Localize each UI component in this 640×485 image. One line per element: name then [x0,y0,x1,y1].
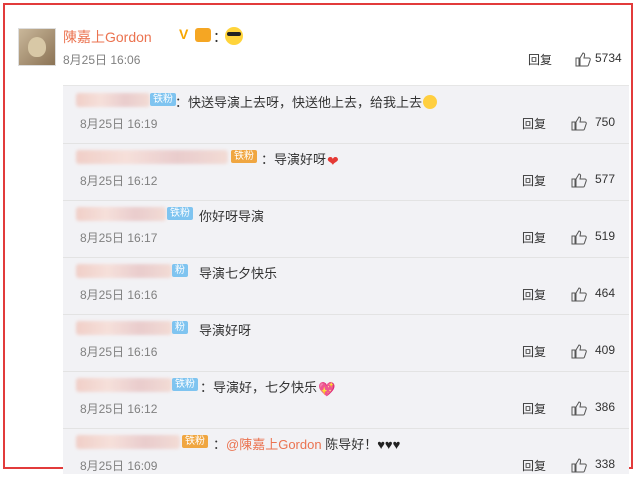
like-count: 577 [595,172,616,186]
username-link[interactable]: 陳嘉上Gordon [63,27,152,47]
reply-row: 粉 导演七夕快乐 8月25日 16:16 回复 464 [63,257,629,315]
like-count: 409 [595,343,616,357]
thumb-up-icon[interactable] [571,116,587,131]
reply-date: 8月25日 16:09 [80,459,158,473]
mention-link[interactable]: @陳嘉上Gordon [226,437,322,452]
thumb-up-icon[interactable] [571,287,587,302]
reply-row: 粉 导演好呀 8月25日 16:16 回复 409 [63,314,629,372]
comment-frame: 陳嘉上Gordon V ： 8月25日 16:06 回复 5734 铁粉 ：快送… [3,3,633,474]
reply-text: ：@陳嘉上Gordon 陈导好！♥♥♥ [213,437,401,452]
reply-button[interactable]: 回复 [522,172,546,189]
reply-button[interactable]: 回复 [522,229,546,246]
like-count: 464 [595,286,616,300]
reply-text: ：快送导演上去呀，快送他上去，给我上去 [175,92,438,111]
fan-medal-icon [195,28,211,42]
blurred-username [76,264,172,278]
fan-badge: 铁粉 [231,150,257,163]
fan-badge: 粉 [172,321,188,334]
reply-text: 导演七夕快乐 [199,266,278,281]
reply-button[interactable]: 回复 [522,343,546,360]
fan-badge: 铁粉 [150,93,176,106]
thumb-up-icon[interactable] [571,230,587,245]
reply-row: 铁粉 ：导演好呀❤ 8月25日 16:12 回复 577 [63,143,629,201]
fan-badge: 粉 [172,264,188,277]
thumb-up-icon[interactable] [571,344,587,359]
blurred-username [76,321,172,335]
blurred-username [76,435,180,449]
reply-text: ：导演好呀❤ [261,152,339,169]
comment-date: 8月25日 16:06 [63,53,141,67]
reply-row: 铁粉 ：@陳嘉上Gordon 陈导好！♥♥♥ 8月25日 16:09 回复 33… [63,428,629,485]
pink-heart-emoji-icon: 💖 [318,381,336,397]
heart-emoji-icon: ❤ [327,153,339,169]
blurred-username [76,207,166,221]
like-count: 750 [595,115,616,129]
avatar[interactable] [18,28,56,66]
blurred-username [76,150,228,164]
thumb-up-icon[interactable] [571,401,587,416]
blurred-username [76,93,150,107]
like-count: 5734 [595,51,622,65]
reply-date: 8月25日 16:17 [80,231,158,245]
blurred-username [76,378,172,392]
reply-button[interactable]: 回复 [528,51,552,68]
fan-badge: 铁粉 [182,435,208,448]
reply-date: 8月25日 16:16 [80,288,158,302]
reply-text: ：导演好，七夕快乐💖 [200,380,336,397]
thumb-up-icon[interactable] [571,173,587,188]
reply-button[interactable]: 回复 [522,286,546,303]
reply-date: 8月25日 16:12 [80,174,158,188]
main-comment: 陳嘉上Gordon V ： 8月25日 16:06 回复 5734 [5,5,631,69]
reply-text: 你好呀导演 [199,209,265,224]
fan-badge: 铁粉 [167,207,193,220]
reply-date: 8月25日 16:12 [80,402,158,416]
reply-date: 8月25日 16:16 [80,345,158,359]
reply-text: 导演好呀 [199,323,252,338]
sunglasses-emoji-icon [225,27,243,45]
reply-button[interactable]: 回复 [522,115,546,132]
thumb-up-icon[interactable] [575,52,591,67]
surprised-emoji-icon [423,95,438,109]
fan-badge: 铁粉 [172,378,198,391]
like-count: 386 [595,400,616,414]
verified-badge-icon: V [179,26,189,42]
black-hearts: ♥♥♥ [377,437,401,452]
reply-row: 铁粉 你好呀导演 8月25日 16:17 回复 519 [63,200,629,258]
reply-row: 铁粉 ：导演好，七夕快乐💖 8月25日 16:12 回复 386 [63,371,629,429]
reply-date: 8月25日 16:19 [80,117,158,131]
thumb-up-icon[interactable] [571,458,587,473]
reply-button[interactable]: 回复 [522,457,546,474]
reply-row: 铁粉 ：快送导演上去呀，快送他上去，给我上去 8月25日 16:19 回复 75… [63,86,629,144]
like-count: 519 [595,229,616,243]
reply-list: 铁粉 ：快送导演上去呀，快送他上去，给我上去 8月25日 16:19 回复 75… [63,85,629,474]
reply-button[interactable]: 回复 [522,400,546,417]
like-count: 338 [595,457,616,471]
